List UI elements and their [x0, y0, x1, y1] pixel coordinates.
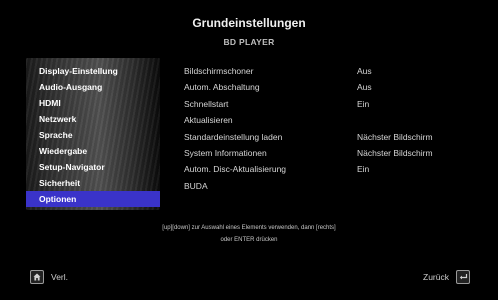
setting-value: Ein [357, 98, 370, 109]
sidebar-item-sicherheit[interactable]: Sicherheit [26, 175, 160, 191]
home-label: Verl. [51, 272, 69, 282]
home-icon [30, 270, 44, 284]
setting-label: System Informationen [184, 147, 267, 158]
setting-value: Aus [357, 82, 372, 93]
setting-row-system-informationen[interactable]: System Informationen Nächster Bildschirm [184, 145, 474, 161]
setting-row-schnellstart[interactable]: Schnellstart Ein [184, 96, 474, 112]
help-text: [up][down] zur Auswahl eines Elements ve… [0, 222, 498, 246]
sidebar-item-setup-navigator[interactable]: Setup-Navigator [26, 159, 160, 175]
setting-value: Nächster Bildschirm [357, 131, 433, 142]
page-title: Grundeinstellungen [192, 16, 306, 30]
setting-row-autom-abschaltung[interactable]: Autom. Abschaltung Aus [184, 79, 474, 95]
setting-label: Autom. Disc-Aktualisierung [184, 164, 287, 175]
setting-value: Ein [357, 164, 370, 175]
page-subtitle: BD PLAYER [223, 37, 275, 47]
home-button[interactable]: Verl. [30, 270, 68, 284]
sidebar-menu: Display-Einstellung Audio-Ausgang HDMI N… [26, 58, 160, 210]
setting-row-bildschirmschoner[interactable]: Bildschirmschoner Aus [184, 63, 474, 79]
setting-label: BUDA [184, 180, 208, 191]
setting-row-aktualisieren[interactable]: Aktualisieren [184, 112, 474, 128]
sidebar-item-netzwerk[interactable]: Netzwerk [26, 111, 160, 127]
sidebar-item-sprache[interactable]: Sprache [26, 127, 160, 143]
setting-row-autom-disc-aktualisierung[interactable]: Autom. Disc-Aktualisierung Ein [184, 161, 474, 177]
setting-label: Schnellstart [184, 98, 229, 109]
setting-label: Autom. Abschaltung [184, 82, 260, 93]
settings-list: Bildschirmschoner Aus Autom. Abschaltung… [184, 63, 474, 194]
setting-label: Bildschirmschoner [184, 66, 254, 76]
setting-value: Nächster Bildschirm [357, 147, 433, 158]
sidebar-item-optionen[interactable]: Optionen [26, 191, 160, 207]
back-label: Zurück [423, 272, 449, 282]
sidebar-item-display-einstellung[interactable]: Display-Einstellung [26, 63, 160, 79]
help-line-2: oder ENTER drücken [220, 237, 278, 243]
sidebar-item-wiedergabe[interactable]: Wiedergabe [26, 143, 160, 159]
sidebar-item-hdmi[interactable]: HDMI [26, 95, 160, 111]
sidebar-item-audio-ausgang[interactable]: Audio-Ausgang [26, 79, 160, 95]
back-button[interactable]: Zurück [423, 270, 470, 284]
return-icon [456, 270, 470, 284]
setting-label: Aktualisieren [184, 115, 233, 126]
setting-row-standardeinstellung-laden[interactable]: Standardeinstellung laden Nächster Bilds… [184, 129, 474, 145]
setting-row-buda[interactable]: BUDA [184, 178, 474, 194]
setting-value: Aus [357, 66, 372, 76]
setting-label: Standardeinstellung laden [184, 131, 283, 142]
help-line-1: [up][down] zur Auswahl eines Elements ve… [162, 225, 336, 231]
